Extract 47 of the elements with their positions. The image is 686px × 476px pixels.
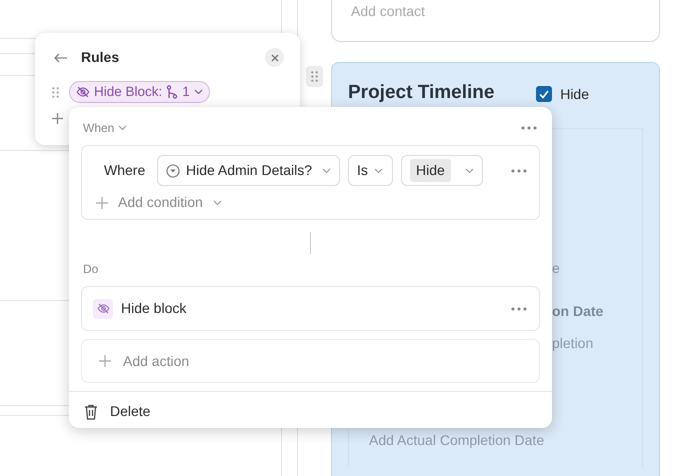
text-input[interactable]: Add Actual Completion Date — [369, 432, 544, 448]
field-select[interactable]: Hide Admin Details? — [157, 155, 340, 186]
ellipsis-icon — [511, 306, 527, 310]
condition-prefix: Where — [104, 161, 146, 180]
card-title: Project Timeline — [348, 81, 494, 105]
section-label: Do — [82, 261, 100, 278]
chevron-down-icon — [374, 168, 383, 174]
add-icon[interactable] — [52, 113, 63, 124]
ellipsis-icon — [521, 126, 537, 130]
action-row[interactable]: Hide block — [81, 286, 540, 331]
contact-field[interactable]: Add contact — [331, 0, 660, 42]
eye-slash-icon — [76, 85, 90, 99]
checkbox-label: Hide — [560, 84, 589, 104]
branch-icon — [166, 85, 178, 99]
chevron-down-icon — [194, 89, 203, 95]
value-select[interactable]: Hide — [401, 155, 483, 186]
dropdown-circle-icon — [166, 164, 180, 178]
plus-icon — [96, 196, 108, 208]
plus-icon — [99, 355, 111, 367]
add-condition-button[interactable]: Add condition — [96, 192, 222, 213]
drag-handle[interactable] — [306, 66, 323, 87]
trash-icon — [84, 404, 98, 420]
more-button[interactable] — [511, 168, 527, 172]
field-label: on Date — [552, 302, 604, 318]
add-action-button[interactable]: Add action — [81, 339, 540, 383]
text-input[interactable]: pletion — [552, 334, 594, 350]
rule-pill[interactable]: Hide Block: 1 — [69, 81, 210, 103]
chevron-down-icon — [212, 200, 222, 206]
delete-button[interactable]: Delete — [84, 401, 150, 422]
close-icon — [270, 54, 278, 62]
chevron-down-icon — [465, 168, 474, 174]
close-button[interactable] — [265, 48, 284, 67]
when-dropdown[interactable]: When — [83, 119, 127, 137]
grip-icon — [311, 71, 318, 82]
operator-select[interactable]: Is — [348, 155, 393, 186]
panel-title: Rules — [81, 48, 120, 67]
chevron-down-icon — [118, 125, 127, 131]
eye-slash-icon — [93, 298, 113, 318]
back-arrow-icon[interactable] — [54, 52, 68, 62]
text-input[interactable]: e — [552, 260, 560, 276]
grip-icon[interactable] — [52, 86, 59, 98]
chevron-down-icon — [322, 168, 331, 174]
hide-checkbox[interactable] — [536, 86, 552, 102]
ellipsis-icon — [511, 168, 527, 172]
check-icon — [538, 90, 549, 99]
more-button[interactable] — [511, 306, 527, 310]
more-button[interactable] — [521, 126, 537, 130]
